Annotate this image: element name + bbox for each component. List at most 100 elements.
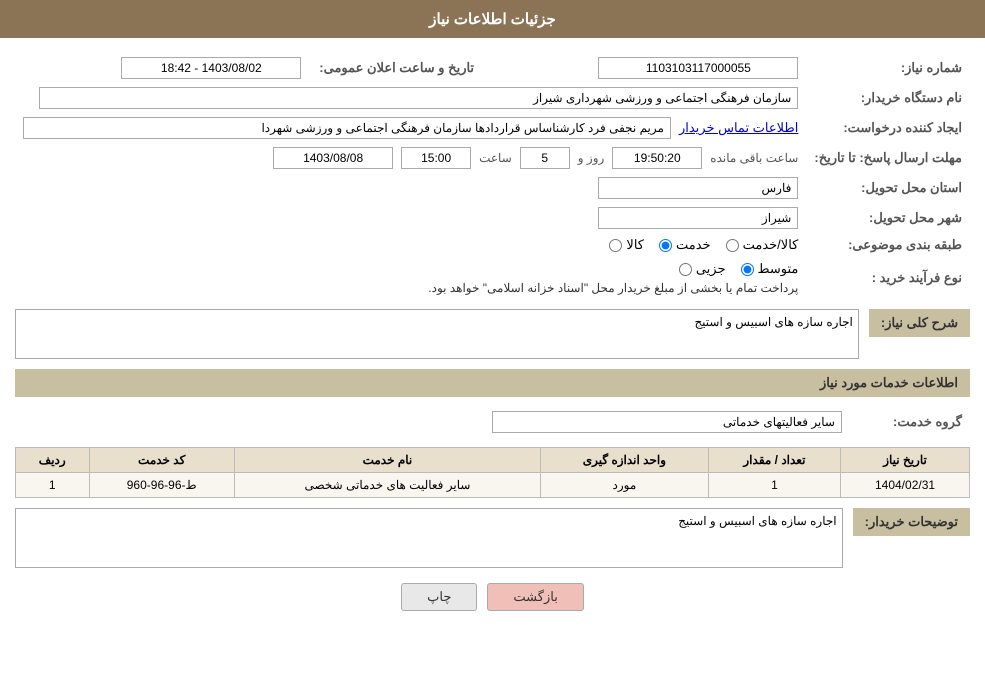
purchase-label-mutawaset: متوسط [758, 261, 799, 277]
need-number-value-cell [482, 53, 806, 83]
days-input[interactable] [520, 147, 570, 169]
time-label: ساعت [479, 151, 512, 165]
purchase-type-label: نوع فرآیند خرید : [806, 257, 970, 299]
announce-date-value-cell [15, 53, 309, 83]
page-title: جزئیات اطلاعات نیاز [429, 11, 556, 28]
response-deadline-field: ساعت باقی مانده روز و ساعت [23, 147, 798, 169]
days-label: روز و [578, 151, 605, 165]
print-button[interactable]: چاپ [401, 583, 477, 611]
need-number-label: شماره نیاز: [806, 53, 970, 83]
col-qty: تعداد / مقدار [708, 448, 840, 473]
org-name-input[interactable] [39, 87, 799, 109]
description-section: شرح کلی نیاز: اجاره سازه های اسبیس و است… [15, 309, 970, 359]
col-unit: واحد اندازه گیری [541, 448, 709, 473]
services-section-title: اطلاعات خدمات مورد نیاز [15, 369, 970, 397]
category-row: طبقه بندی موضوعی: کالا/خدمت خدمت کالا [15, 233, 970, 257]
announce-date-label: تاریخ و ساعت اعلان عمومی: [309, 53, 482, 83]
buyer-desc-label: توضیحات خریدار: [853, 508, 970, 536]
announce-date-input[interactable] [121, 57, 301, 79]
city-value-cell [15, 203, 806, 233]
response-deadline-label: مهلت ارسال پاسخ: تا تاریخ: [806, 143, 970, 173]
cell-name: سایر فعالیت های خدماتی شخصی [234, 473, 540, 498]
org-name-row: نام دستگاه خریدار: [15, 83, 970, 113]
cell-unit: مورد [541, 473, 709, 498]
creator-field-row: اطلاعات تماس خریدار [23, 117, 798, 139]
category-radio-kala-khedmat[interactable] [726, 239, 739, 252]
category-label-kala-khedmat: کالا/خدمت [743, 237, 799, 253]
province-value-cell [15, 173, 806, 203]
category-radio-kala[interactable] [609, 239, 622, 252]
button-row: بازگشت چاپ [15, 583, 970, 611]
page-header: جزئیات اطلاعات نیاز [0, 0, 985, 38]
need-number-row: شماره نیاز: تاریخ و ساعت اعلان عمومی: [15, 53, 970, 83]
purchase-radio-group: متوسط جزیی [679, 261, 799, 277]
category-label-khedmat: خدمت [676, 237, 711, 253]
response-deadline-row: مهلت ارسال پاسخ: تا تاریخ: ساعت باقی مان… [15, 143, 970, 173]
back-button[interactable]: بازگشت [487, 583, 583, 611]
category-radio-group: کالا/خدمت خدمت کالا [23, 237, 798, 253]
purchase-radio-mutawaset[interactable] [741, 263, 754, 276]
description-value: اجاره سازه های اسبیس و استیج [694, 315, 852, 329]
city-input[interactable] [598, 207, 798, 229]
buyer-desc-section: توضیحات خریدار: اجاره سازه های اسبیس و ا… [15, 508, 970, 568]
service-group-table: گروه خدمت: [15, 407, 970, 437]
category-label-kala: کالا [626, 237, 644, 253]
purchase-option-jozii[interactable]: جزیی [679, 261, 726, 277]
description-section-title: شرح کلی نیاز: [869, 309, 970, 337]
purchase-label-jozii: جزیی [696, 261, 726, 277]
remaining-hours-label: ساعت باقی مانده [710, 151, 798, 165]
category-option-kala-khedmat[interactable]: کالا/خدمت [726, 237, 799, 253]
services-table: تاریخ نیاز تعداد / مقدار واحد اندازه گیر… [15, 447, 970, 498]
service-group-value-cell [15, 407, 850, 437]
service-group-row: گروه خدمت: [15, 407, 970, 437]
col-code: کد خدمت [89, 448, 234, 473]
category-value-cell: کالا/خدمت خدمت کالا [15, 233, 806, 257]
province-row: استان محل تحویل: [15, 173, 970, 203]
cell-code: ط-96-96-960 [89, 473, 234, 498]
purchase-type-row: نوع فرآیند خرید : متوسط جزیی [15, 257, 970, 299]
purchase-option-mutawaset[interactable]: متوسط [741, 261, 799, 277]
city-label: شهر محل تحویل: [806, 203, 970, 233]
info-table: شماره نیاز: تاریخ و ساعت اعلان عمومی: نا… [15, 53, 970, 299]
creator-row: ایجاد کننده درخواست: اطلاعات تماس خریدار [15, 113, 970, 143]
description-box: اجاره سازه های اسبیس و استیج [15, 309, 859, 359]
table-header: تاریخ نیاز تعداد / مقدار واحد اندازه گیر… [16, 448, 970, 473]
province-label: استان محل تحویل: [806, 173, 970, 203]
category-radio-khedmat[interactable] [659, 239, 672, 252]
table-body: 1404/02/31 1 مورد سایر فعالیت های خدماتی… [16, 473, 970, 498]
buyer-desc-value: اجاره سازه های اسبیس و استیج [678, 514, 836, 528]
cell-row: 1 [16, 473, 90, 498]
org-name-value-cell [15, 83, 806, 113]
creator-value-cell: اطلاعات تماس خریدار [15, 113, 806, 143]
province-input[interactable] [598, 177, 798, 199]
remaining-hours-input[interactable] [612, 147, 702, 169]
category-label: طبقه بندی موضوعی: [806, 233, 970, 257]
purchase-note: پرداخت تمام یا بخشی از مبلغ خریدار محل "… [428, 281, 798, 295]
col-row: ردیف [16, 448, 90, 473]
col-date: تاریخ نیاز [841, 448, 970, 473]
response-date-input[interactable] [273, 147, 393, 169]
purchase-type-container: متوسط جزیی پرداخت تمام یا بخشی از مبلغ خ… [23, 261, 798, 295]
creator-name-input[interactable] [23, 117, 671, 139]
creator-label: ایجاد کننده درخواست: [806, 113, 970, 143]
service-group-input[interactable] [492, 411, 842, 433]
purchase-radio-jozii[interactable] [679, 263, 692, 276]
service-group-label: گروه خدمت: [850, 407, 970, 437]
main-content: شماره نیاز: تاریخ و ساعت اعلان عمومی: نا… [0, 38, 985, 626]
category-option-khedmat[interactable]: خدمت [659, 237, 711, 253]
need-number-input[interactable] [598, 57, 798, 79]
page-wrapper: جزئیات اطلاعات نیاز شماره نیاز: تاریخ و … [0, 0, 985, 691]
col-name: نام خدمت [234, 448, 540, 473]
table-header-row: تاریخ نیاز تعداد / مقدار واحد اندازه گیر… [16, 448, 970, 473]
table-row: 1404/02/31 1 مورد سایر فعالیت های خدماتی… [16, 473, 970, 498]
city-row: شهر محل تحویل: [15, 203, 970, 233]
creator-contact-link[interactable]: اطلاعات تماس خریدار [679, 120, 798, 136]
cell-date: 1404/02/31 [841, 473, 970, 498]
category-option-kala[interactable]: کالا [609, 237, 644, 253]
response-time-input[interactable] [401, 147, 471, 169]
response-deadline-value-cell: ساعت باقی مانده روز و ساعت [15, 143, 806, 173]
buyer-desc-box: اجاره سازه های اسبیس و استیج [15, 508, 843, 568]
purchase-type-value-cell: متوسط جزیی پرداخت تمام یا بخشی از مبلغ خ… [15, 257, 806, 299]
org-name-label: نام دستگاه خریدار: [806, 83, 970, 113]
cell-qty: 1 [708, 473, 840, 498]
